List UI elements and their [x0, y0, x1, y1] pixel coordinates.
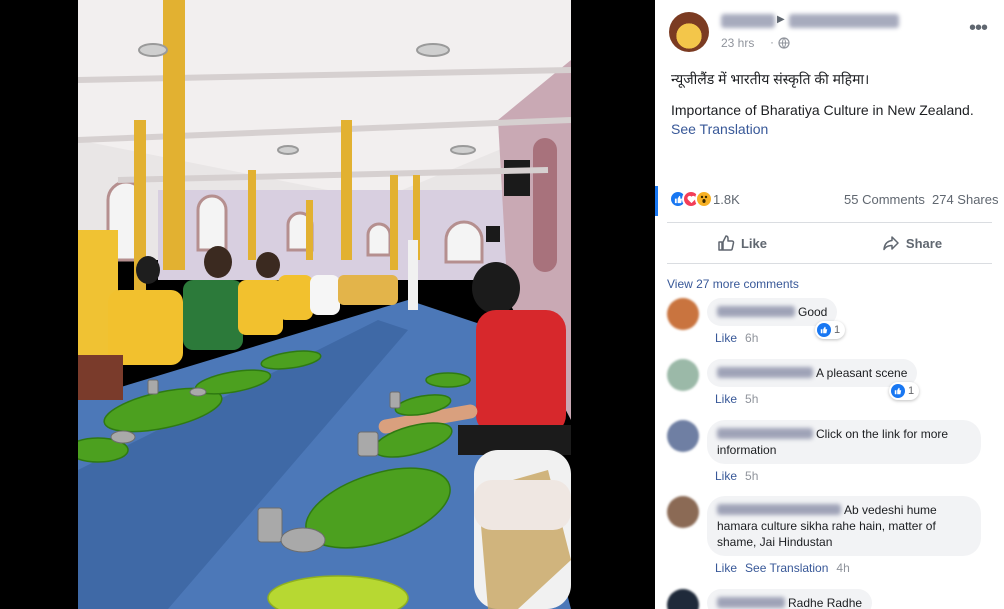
dining-hall-photo	[78, 0, 571, 609]
like-reaction-icon	[891, 384, 905, 398]
comment-meta: Like See Translation 4h	[715, 561, 850, 575]
post-stats: 1.8K 55 Comments 274 Shares	[655, 184, 1004, 216]
comment-bubble: Radhe Radhe	[707, 589, 873, 609]
reactions-count[interactable]: 1.8K	[713, 192, 740, 207]
page-avatar[interactable]	[669, 12, 709, 52]
comment-time[interactable]: 5h	[745, 469, 758, 483]
group-name-redacted[interactable]	[789, 14, 899, 28]
like-button[interactable]: Like	[667, 223, 817, 263]
photo-viewer	[0, 0, 655, 609]
commenter-avatar[interactable]	[667, 298, 699, 330]
share-button[interactable]: Share	[837, 223, 987, 263]
comment-time[interactable]: 5h	[745, 392, 758, 406]
page-name-redacted[interactable]	[721, 14, 775, 28]
share-button-label: Share	[905, 235, 943, 251]
comment-item: Radhe Radhe	[667, 589, 997, 609]
commenter-name-redacted[interactable]	[717, 367, 813, 378]
comment-item: Ab vedeshi hume hamara culture sikha rah…	[667, 496, 997, 576]
shares-count[interactable]: 274 Shares	[932, 192, 999, 207]
comment-item: Good 1 Like 6h	[667, 298, 997, 348]
post-text-hindi: न्यूजीलैंड में भारतीय संस्कृति की महिमा।	[671, 71, 870, 87]
comment-meta: Like 5h	[715, 469, 758, 483]
comment-reactions[interactable]: 1	[889, 382, 920, 400]
comment-bubble: Ab vedeshi hume hamara culture sikha rah…	[707, 496, 981, 556]
more-options-icon[interactable]: •••	[969, 18, 988, 38]
comment-reaction-count: 1	[908, 385, 915, 397]
commenter-avatar[interactable]	[667, 359, 699, 391]
comment-like-link[interactable]: Like	[715, 392, 737, 406]
comment-reaction-count: 1	[834, 324, 841, 336]
comment-text: Radhe Radhe	[788, 596, 863, 609]
post-actions: Like Share	[667, 222, 992, 264]
post-header: ▶ 23 hrs · •••	[669, 12, 999, 56]
comment-reactions[interactable]: 1	[815, 321, 846, 339]
comment-like-link[interactable]: Like	[715, 561, 737, 575]
comment-item: Click on the link for more information L…	[667, 420, 997, 486]
comment-meta: Like 6h	[715, 331, 758, 345]
comment-text: Good	[798, 305, 828, 319]
comment-like-link[interactable]: Like	[715, 331, 737, 345]
commenter-avatar[interactable]	[667, 589, 699, 609]
like-button-label: Like	[740, 235, 767, 251]
post-body: न्यूजीलैंड में भारतीय संस्कृति की महिमा।…	[671, 70, 991, 139]
like-reaction-icon	[817, 323, 831, 337]
post-panel: ▶ 23 hrs · ••• न्यूजीलैंड में भारतीय संस…	[655, 0, 1004, 609]
commenter-name-redacted[interactable]	[717, 504, 841, 515]
view-more-comments-link[interactable]: View 27 more comments	[667, 277, 799, 291]
comment-time[interactable]: 4h	[836, 561, 849, 575]
comment-text: A pleasant scene	[816, 366, 908, 380]
comment-time[interactable]: 6h	[745, 331, 758, 345]
post-timestamp[interactable]: 23 hrs	[721, 36, 754, 50]
comment-bubble: A pleasant scene	[707, 359, 918, 387]
shared-to-arrow-icon: ▶	[777, 14, 785, 25]
post-time-separator: ·	[770, 35, 774, 49]
commenter-name-redacted[interactable]	[717, 306, 795, 317]
share-arrow-icon	[883, 236, 899, 251]
wow-reaction-icon	[695, 190, 713, 208]
globe-icon	[778, 37, 790, 49]
comment-bubble: Click on the link for more information	[707, 420, 981, 464]
post-text-english: Importance of Bharatiya Culture in New Z…	[671, 102, 974, 118]
post-photo[interactable]	[78, 0, 571, 609]
comment-see-translation-link[interactable]: See Translation	[745, 561, 828, 575]
see-translation-link[interactable]: See Translation	[671, 120, 991, 139]
comment-like-link[interactable]: Like	[715, 469, 737, 483]
commenter-name-redacted[interactable]	[717, 597, 785, 608]
comments-count[interactable]: 55 Comments	[844, 192, 925, 207]
comment-meta: Like 5h	[715, 392, 758, 406]
thumbs-up-icon	[718, 235, 735, 251]
commenter-avatar[interactable]	[667, 420, 699, 452]
comment-item: A pleasant scene 1 Like 5h	[667, 359, 997, 409]
commenter-avatar[interactable]	[667, 496, 699, 528]
commenter-name-redacted[interactable]	[717, 428, 813, 439]
